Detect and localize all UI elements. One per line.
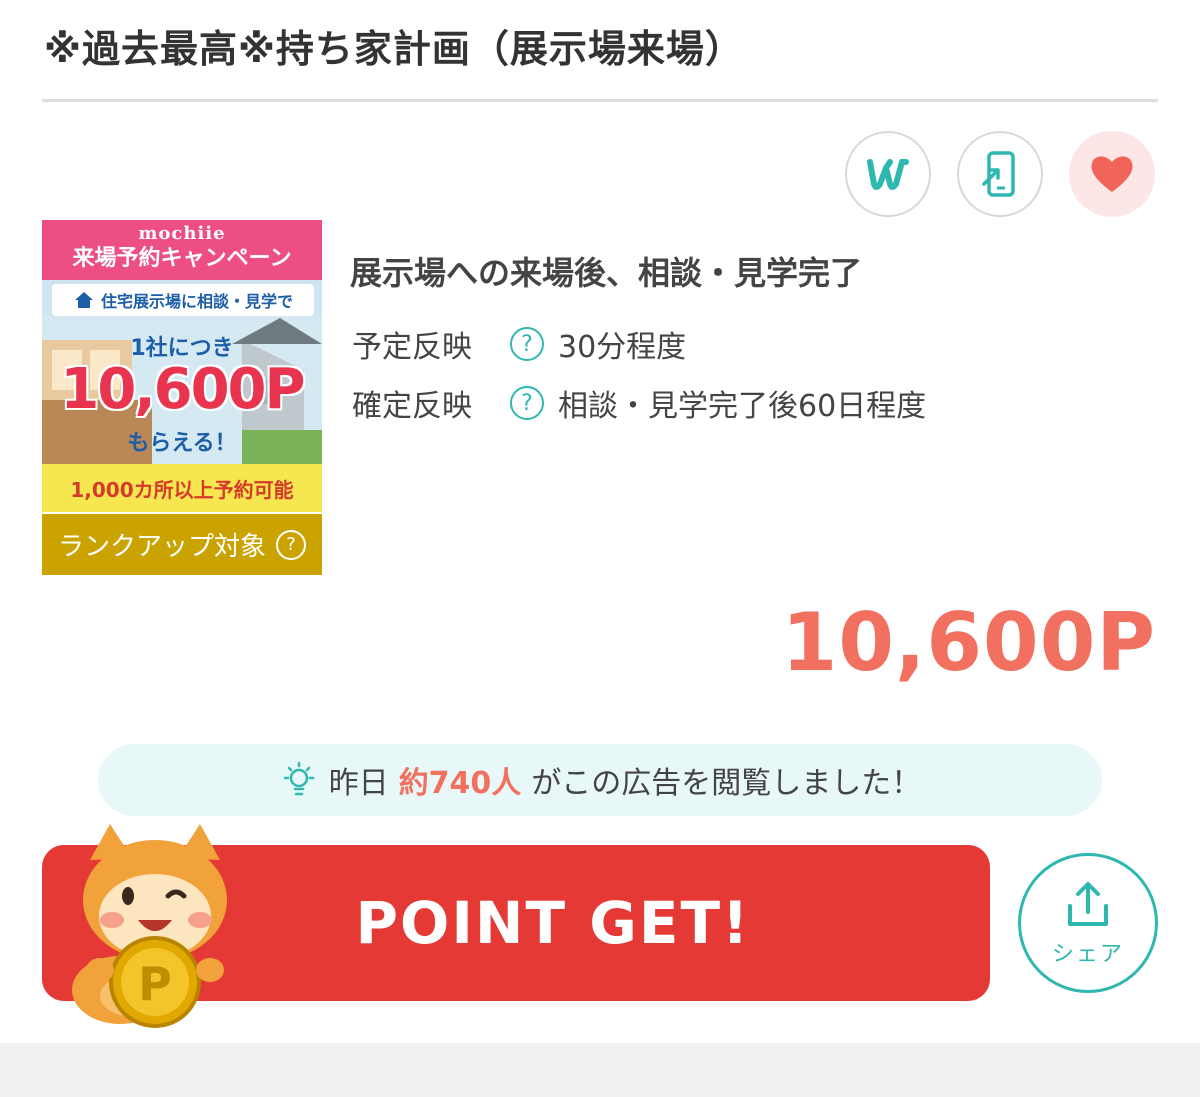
banner-get-text: もらえる！ [127, 431, 237, 456]
mobile-icon [982, 151, 1015, 197]
share-button[interactable]: シェア [1018, 853, 1158, 993]
banner-brand: mochiie [138, 223, 226, 244]
banner-subtitle-text: 住宅展示場に相談・見学で [100, 292, 293, 311]
lightbulb-icon [283, 761, 314, 796]
rankup-badge[interactable]: ランクアップ対象 ? [42, 514, 322, 575]
banner-bottom-text: 1,000カ所以上予約可能 [42, 464, 322, 512]
confirmed-reflection-label: 確定反映 [352, 389, 472, 424]
banner-points: 10,600P [60, 357, 305, 422]
footer-band [0, 1043, 1200, 1097]
help-icon[interactable]: ? [510, 386, 544, 420]
w-button[interactable] [845, 131, 931, 217]
viewers-count: 約740人 [398, 766, 522, 801]
scheduled-reflection-value: 30分程度 [558, 330, 687, 365]
viewers-prefix: 昨日 [328, 766, 389, 801]
banner-campaign: 来場予約キャンペーン [72, 246, 292, 271]
w-logo-icon [867, 159, 909, 190]
point-get-label: POINT GET! [355, 889, 751, 957]
banner-subtitle: 住宅展示場に相談・見学で [52, 284, 314, 316]
favorite-button[interactable] [1069, 131, 1155, 217]
confirmed-reflection-value: 相談・見学完了後60日程度 [558, 389, 927, 424]
page-title: ※過去最高※持ち家計画（展示場来場） [44, 27, 744, 71]
scheduled-reflection-row: 予定反映 ? 30分程度 [352, 322, 686, 366]
squirrel-mascot-icon: P [72, 824, 227, 1028]
help-icon[interactable]: ? [276, 529, 306, 560]
rankup-label: ランクアップ対象 [57, 532, 266, 562]
offer-points: 10,600P [781, 596, 1156, 689]
banner-header: mochiie 来場予約キャンペーン [42, 220, 322, 280]
viewers-banner: 昨日 約740人 がこの広告を閲覧しました！ [98, 744, 1102, 816]
campaign-banner[interactable]: mochiie 来場予約キャンペーン 住宅展示場に相談・見学で 1社につき 10… [42, 220, 322, 512]
house-icon [74, 292, 93, 308]
help-icon[interactable]: ? [510, 327, 544, 361]
offer-condition: 展示場への来場後、相談・見学完了 [350, 254, 863, 292]
coin-letter: P [138, 957, 172, 1011]
scheduled-reflection-label: 予定反映 [352, 330, 472, 365]
confirmed-reflection-row: 確定反映 ? 相談・見学完了後60日程度 [352, 381, 926, 425]
viewers-suffix: がこの広告を閲覧しました！ [531, 766, 922, 801]
heart-icon [1091, 156, 1133, 192]
share-icon [1068, 882, 1108, 926]
mobile-button[interactable] [957, 131, 1043, 217]
title-divider [42, 99, 1158, 102]
share-label: シェア [1051, 942, 1124, 967]
